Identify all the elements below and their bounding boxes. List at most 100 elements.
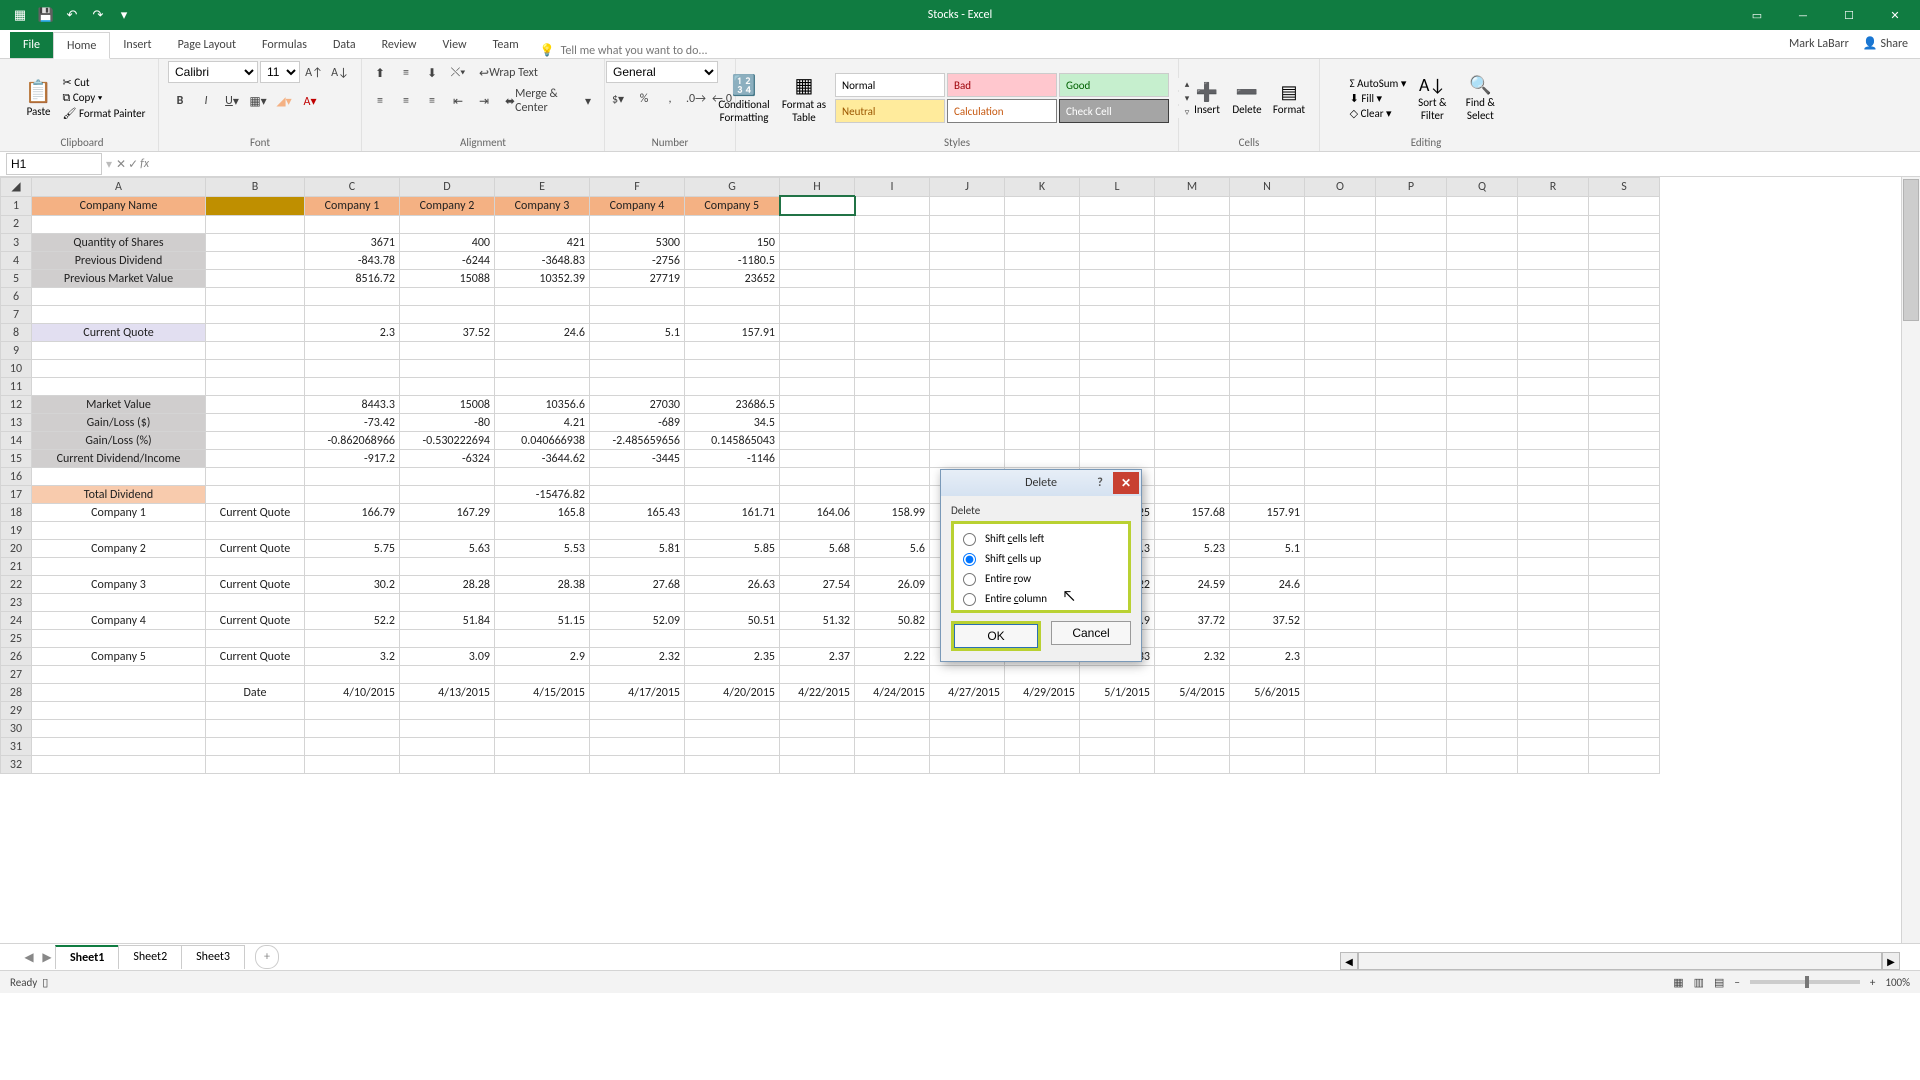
cell-B3[interactable] [206,234,305,252]
cell-P4[interactable] [1376,252,1447,270]
cell-I20[interactable]: 5.6 [855,540,930,558]
cell-C14[interactable]: -0.862068966 [305,432,400,450]
cell-P30[interactable] [1376,720,1447,738]
cell-C28[interactable]: 4/10/2015 [305,684,400,702]
cell-Q25[interactable] [1447,630,1518,648]
row-header-7[interactable]: 7 [1,306,32,324]
cell-P6[interactable] [1376,288,1447,306]
cell-N25[interactable] [1230,630,1305,648]
cell-L31[interactable] [1080,738,1155,756]
cell-F20[interactable]: 5.81 [590,540,685,558]
cell-A22[interactable]: Company 3 [32,576,206,594]
cell-H8[interactable] [780,324,855,342]
cell-I5[interactable] [855,270,930,288]
cell-Q8[interactable] [1447,324,1518,342]
cell-B11[interactable] [206,378,305,396]
cell-O17[interactable] [1305,486,1376,504]
font-size-select[interactable]: 11 [260,61,300,83]
cell-R4[interactable] [1518,252,1589,270]
cell-A20[interactable]: Company 2 [32,540,206,558]
cell-O23[interactable] [1305,594,1376,612]
cell-E25[interactable] [495,630,590,648]
cell-C27[interactable] [305,666,400,684]
zoom-slider[interactable] [1750,980,1860,984]
cell-E30[interactable] [495,720,590,738]
cell-P12[interactable] [1376,396,1447,414]
paste-icon[interactable]: 📋 [19,78,59,105]
cell-J27[interactable] [930,666,1005,684]
row-header-1[interactable]: 1 [1,196,32,215]
style-normal[interactable]: Normal [835,73,945,97]
row-header-18[interactable]: 18 [1,504,32,522]
col-header-F[interactable]: F [590,178,685,197]
underline-button[interactable]: U▾ [220,89,244,113]
cell-S30[interactable] [1589,720,1660,738]
zoom-level[interactable]: 100% [1885,976,1910,989]
cell-H17[interactable] [780,486,855,504]
orientation-icon[interactable]: ⤬▾ [446,61,470,85]
row-header-21[interactable]: 21 [1,558,32,576]
delete-cells-icon[interactable]: ➖ [1228,81,1266,103]
row-header-25[interactable]: 25 [1,630,32,648]
cell-E1[interactable]: Company 3 [495,196,590,215]
cell-B30[interactable] [206,720,305,738]
cell-M20[interactable]: 5.23 [1155,540,1230,558]
cell-F15[interactable]: -3445 [590,450,685,468]
cell-F32[interactable] [590,756,685,774]
cell-O16[interactable] [1305,468,1376,486]
cell-P29[interactable] [1376,702,1447,720]
cell-G12[interactable]: 23686.5 [685,396,780,414]
cell-Q26[interactable] [1447,648,1518,666]
cell-R15[interactable] [1518,450,1589,468]
cell-J1[interactable] [930,196,1005,215]
cell-P28[interactable] [1376,684,1447,702]
cell-S28[interactable] [1589,684,1660,702]
new-sheet-button[interactable]: + [255,945,279,969]
cell-R3[interactable] [1518,234,1589,252]
col-header-P[interactable]: P [1376,178,1447,197]
fx-icon[interactable]: fx [140,157,149,172]
ribbon-tab-team[interactable]: Team [480,32,532,58]
cell-A2[interactable] [32,215,206,234]
cell-N7[interactable] [1230,306,1305,324]
cell-R1[interactable] [1518,196,1589,215]
cell-H12[interactable] [780,396,855,414]
cell-P27[interactable] [1376,666,1447,684]
cell-D31[interactable] [400,738,495,756]
cell-M27[interactable] [1155,666,1230,684]
cell-D16[interactable] [400,468,495,486]
style-good[interactable]: Good [1059,73,1169,97]
cell-J29[interactable] [930,702,1005,720]
cell-P10[interactable] [1376,360,1447,378]
cell-N23[interactable] [1230,594,1305,612]
cell-G13[interactable]: 34.5 [685,414,780,432]
cell-R10[interactable] [1518,360,1589,378]
cell-B2[interactable] [206,215,305,234]
cell-F11[interactable] [590,378,685,396]
row-header-10[interactable]: 10 [1,360,32,378]
cell-O7[interactable] [1305,306,1376,324]
ribbon-tab-data[interactable]: Data [320,32,369,58]
find-select-button[interactable]: Find & Select [1458,96,1502,122]
cell-Q17[interactable] [1447,486,1518,504]
cell-M7[interactable] [1155,306,1230,324]
cell-F30[interactable] [590,720,685,738]
style-bad[interactable]: Bad [947,73,1057,97]
merge-center-button[interactable]: ⬌ Merge & Center ▾ [498,89,598,113]
cell-J12[interactable] [930,396,1005,414]
cell-D19[interactable] [400,522,495,540]
cell-I6[interactable] [855,288,930,306]
cell-N17[interactable] [1230,486,1305,504]
cell-A8[interactable]: Current Quote [32,324,206,342]
cell-D7[interactable] [400,306,495,324]
ribbon-tab-formulas[interactable]: Formulas [249,32,320,58]
cell-A24[interactable]: Company 4 [32,612,206,630]
cell-C17[interactable] [305,486,400,504]
cell-S7[interactable] [1589,306,1660,324]
cell-I19[interactable] [855,522,930,540]
cell-A29[interactable] [32,702,206,720]
cell-R19[interactable] [1518,522,1589,540]
cell-O10[interactable] [1305,360,1376,378]
cell-G29[interactable] [685,702,780,720]
cell-D21[interactable] [400,558,495,576]
